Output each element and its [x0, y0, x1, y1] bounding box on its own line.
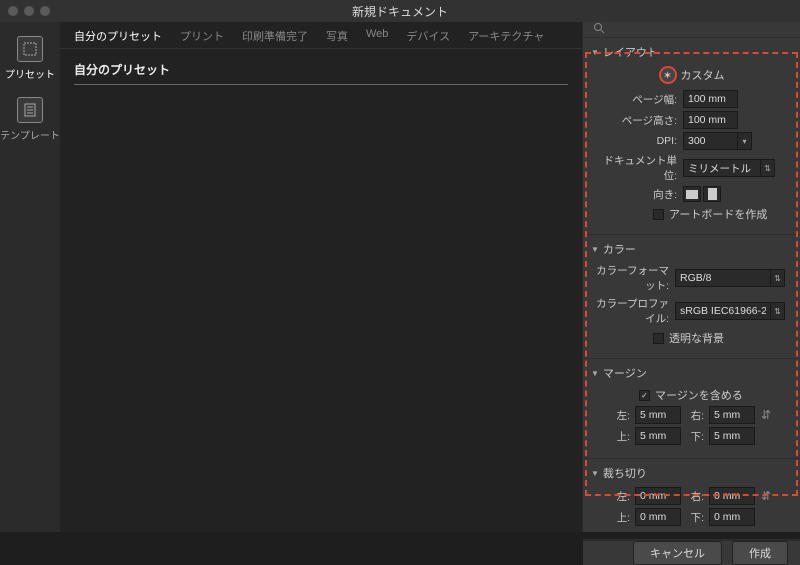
margin-bottom-label: 下:: [683, 429, 707, 444]
tab-press-ready[interactable]: 印刷準備完了: [242, 28, 308, 44]
orientation-toggle: [683, 186, 721, 202]
left-sidebar: プリセット テンプレート: [0, 22, 60, 532]
cancel-button[interactable]: キャンセル: [633, 541, 722, 565]
section-margins: ▼ マージン ✓ マージンを含める 左: 右: ⇵ 上: 下:: [583, 359, 800, 459]
tab-my-presets[interactable]: 自分のプリセット: [74, 28, 162, 44]
sidebar-item-presets[interactable]: プリセット: [5, 36, 55, 81]
transparent-bg-checkbox[interactable]: [653, 333, 664, 344]
margin-bottom-input[interactable]: [709, 427, 755, 445]
doc-units-label: ドキュメント単位:: [591, 153, 683, 183]
page-width-input[interactable]: [683, 90, 738, 108]
link-bleed-icon[interactable]: ⇵: [761, 489, 771, 503]
disclosure-triangle-icon: ▼: [591, 245, 599, 254]
margin-left-input[interactable]: [635, 406, 681, 424]
traffic-lights: [8, 6, 50, 16]
orientation-landscape[interactable]: [683, 186, 701, 202]
bleed-left-input[interactable]: [635, 487, 681, 505]
include-margins-checkbox[interactable]: ✓: [639, 390, 650, 401]
units-dropdown-icon[interactable]: ⇅: [761, 159, 775, 177]
create-artboard-label: アートボードを作成: [669, 206, 767, 222]
orientation-portrait[interactable]: [703, 186, 721, 202]
orientation-label: 向き:: [591, 187, 683, 202]
tab-web[interactable]: Web: [366, 28, 388, 44]
section-header-layout[interactable]: ▼ レイアウト: [591, 44, 792, 60]
search-bar[interactable]: [583, 22, 800, 38]
bleed-right-input[interactable]: [709, 487, 755, 505]
custom-preset-icon[interactable]: ✶: [659, 66, 677, 84]
section-title: レイアウト: [603, 44, 658, 60]
tab-architecture[interactable]: アーキテクチャ: [468, 28, 544, 44]
window-title: 新規ドキュメント: [352, 3, 448, 20]
color-profile-select[interactable]: [675, 302, 771, 320]
search-icon: [593, 22, 605, 37]
dpi-input[interactable]: [683, 132, 738, 150]
custom-preset-row: ✶ カスタム: [591, 66, 792, 84]
section-header-color[interactable]: ▼ カラー: [591, 241, 792, 257]
dialog-footer: キャンセル 作成: [583, 540, 800, 565]
margin-top-input[interactable]: [635, 427, 681, 445]
tab-devices[interactable]: デバイス: [406, 28, 450, 44]
content-area: 自分のプリセット: [60, 49, 582, 97]
format-dropdown-icon[interactable]: ⇅: [771, 269, 785, 287]
preset-tabs: 自分のプリセット プリント 印刷準備完了 写真 Web デバイス アーキテクチャ: [60, 22, 582, 49]
margin-right-input[interactable]: [709, 406, 755, 424]
close-dot[interactable]: [8, 6, 18, 16]
tab-photo[interactable]: 写真: [326, 28, 348, 44]
include-margins-label: マージンを含める: [655, 387, 743, 403]
section-title: マージン: [603, 365, 647, 381]
margin-right-label: 右:: [683, 408, 707, 423]
titlebar: 新規ドキュメント: [0, 0, 800, 22]
color-profile-label: カラープロファイル:: [591, 296, 675, 326]
section-header-bleed[interactable]: ▼ 裁ち切り: [591, 465, 792, 481]
settings-panel: ▼ レイアウト ✶ カスタム ページ幅: ページ高さ: DPI: ▾ ドキュメ: [582, 22, 800, 532]
page-width-label: ページ幅:: [591, 92, 683, 107]
sidebar-label: プリセット: [5, 66, 55, 81]
doc-units-select[interactable]: [683, 159, 761, 177]
create-artboard-checkbox[interactable]: [653, 209, 664, 220]
section-color: ▼ カラー カラーフォーマット: ⇅ カラープロファイル: ⇅ 透明な背景: [583, 235, 800, 359]
bleed-left-label: 左:: [609, 489, 633, 504]
disclosure-triangle-icon: ▼: [591, 469, 599, 478]
templates-icon: [17, 97, 43, 123]
disclosure-triangle-icon: ▼: [591, 369, 599, 378]
bleed-top-label: 上:: [609, 510, 633, 525]
page-height-input[interactable]: [683, 111, 738, 129]
bleed-bottom-input[interactable]: [709, 508, 755, 526]
section-title: カラー: [603, 241, 636, 257]
section-layout: ▼ レイアウト ✶ カスタム ページ幅: ページ高さ: DPI: ▾ ドキュメ: [583, 38, 800, 235]
max-dot[interactable]: [40, 6, 50, 16]
margin-top-label: 上:: [609, 429, 633, 444]
min-dot[interactable]: [24, 6, 34, 16]
section-bleed: ▼ 裁ち切り 左: 右: ⇵ 上: 下:: [583, 459, 800, 540]
dpi-dropdown-icon[interactable]: ▾: [738, 132, 752, 150]
presets-icon: [17, 36, 43, 62]
section-title: 裁ち切り: [603, 465, 647, 481]
transparent-bg-label: 透明な背景: [669, 330, 724, 346]
main-area: 自分のプリセット プリント 印刷準備完了 写真 Web デバイス アーキテクチャ…: [60, 22, 582, 532]
page-height-label: ページ高さ:: [591, 113, 683, 128]
tab-print[interactable]: プリント: [180, 28, 224, 44]
link-margins-icon[interactable]: ⇵: [761, 408, 771, 422]
sidebar-item-templates[interactable]: テンプレート: [0, 97, 60, 142]
dpi-label: DPI:: [591, 135, 683, 147]
create-button[interactable]: 作成: [732, 541, 788, 565]
section-header-margins[interactable]: ▼ マージン: [591, 365, 792, 381]
bleed-right-label: 右:: [683, 489, 707, 504]
margin-left-label: 左:: [609, 408, 633, 423]
content-divider: [74, 84, 568, 85]
sidebar-label: テンプレート: [0, 127, 60, 142]
bleed-top-input[interactable]: [635, 508, 681, 526]
color-format-select[interactable]: [675, 269, 771, 287]
disclosure-triangle-icon: ▼: [591, 48, 599, 57]
content-heading: 自分のプリセット: [74, 61, 568, 78]
bleed-bottom-label: 下:: [683, 510, 707, 525]
color-format-label: カラーフォーマット:: [591, 263, 675, 293]
profile-dropdown-icon[interactable]: ⇅: [771, 302, 785, 320]
custom-label: カスタム: [681, 67, 725, 83]
